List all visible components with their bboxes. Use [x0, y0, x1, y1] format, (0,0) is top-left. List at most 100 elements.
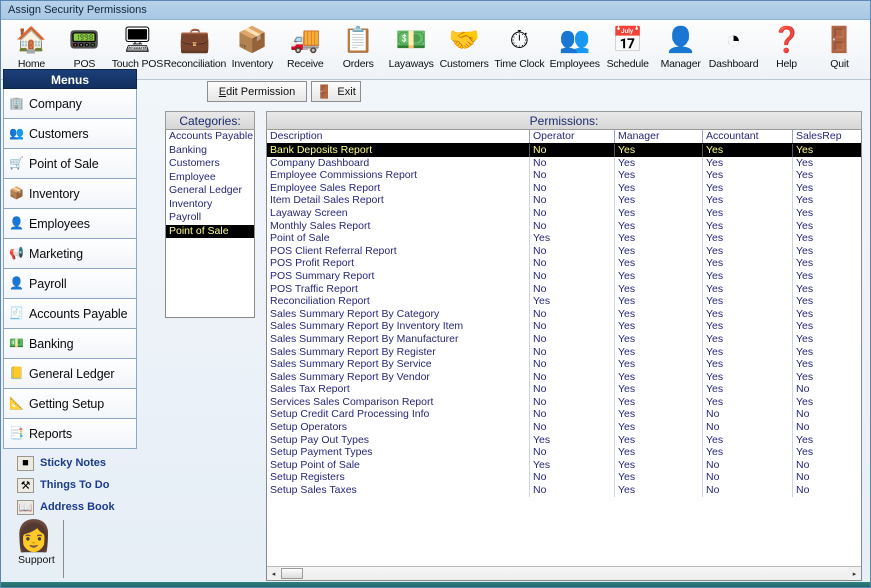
sidebar-item-inventory[interactable]: 📦 Inventory — [3, 179, 137, 209]
permission-cell-accountant: Yes — [703, 446, 793, 459]
permission-row[interactable]: Layaway Screen No Yes Yes Yes — [267, 206, 861, 220]
permission-row[interactable]: Reconciliation Report Yes Yes Yes Yes — [267, 295, 861, 308]
permission-cell-salesrep: Yes — [796, 446, 814, 459]
work-area: Edit Permission 🚪 Exit Categories: Accou… — [141, 69, 866, 581]
category-item[interactable]: Banking — [166, 144, 254, 158]
permission-row[interactable]: Sales Summary Report By Manufacturer No Ye… — [267, 332, 861, 346]
quicklink-address-book[interactable]: 📖 Address Book — [17, 496, 137, 518]
sidebar-item-general-ledger[interactable]: 📒 General Ledger — [3, 359, 137, 389]
permission-row[interactable]: Setup Credit Card Processing Info No Yes No… — [267, 408, 861, 422]
permission-row[interactable]: Setup Point of Sale Yes Yes No No — [267, 458, 861, 472]
quicklink-sticky-notes[interactable]: ■ Sticky Notes — [17, 452, 137, 474]
permission-row[interactable]: Setup Sales Taxes No Yes No No — [267, 484, 861, 497]
sidebar-item-banking[interactable]: 💵 Banking — [3, 329, 137, 359]
permission-cell-accountant: Yes — [703, 194, 793, 207]
permission-row[interactable]: Sales Tax Report No Yes Yes No — [267, 383, 861, 396]
category-item[interactable]: Inventory — [166, 198, 254, 212]
status-bar — [1, 582, 870, 587]
column-header-accountant[interactable]: Accountant — [703, 130, 793, 143]
permission-row[interactable]: Sales Summary Report By Register No Yes Yes… — [267, 345, 861, 359]
permissions-grid-body[interactable]: Bank Deposits Report No Yes Yes Yes Company D… — [267, 144, 861, 566]
permission-row[interactable]: POS Traffic Report No Yes Yes Yes — [267, 282, 861, 296]
category-item[interactable]: Payroll — [166, 211, 254, 225]
edit-permission-button[interactable]: Edit Permission — [207, 81, 307, 102]
permission-row[interactable]: Point of Sale Yes Yes Yes Yes — [267, 232, 861, 245]
category-item[interactable]: Employee — [166, 171, 254, 185]
permission-cell-manager: Yes — [615, 269, 703, 283]
sidebar-item-point-of-sale[interactable]: 🛒 Point of Sale — [3, 149, 137, 179]
permission-cell-manager: Yes — [615, 332, 703, 346]
scroll-left-arrow-icon[interactable]: ◂ — [267, 567, 280, 580]
sidebar-item-employees[interactable]: 👤 Employees — [3, 209, 137, 239]
sidebar-item-getting-setup[interactable]: 📐 Getting Setup — [3, 389, 137, 419]
sidebar-item-label: Employees — [29, 216, 90, 231]
permission-row[interactable]: Company Dashboard No Yes Yes Yes — [267, 156, 861, 170]
category-item[interactable]: Customers — [166, 157, 254, 171]
sidebar-item-accounts-payable[interactable]: 🧾 Accounts Payable — [3, 299, 137, 329]
permission-cell-salesrep: No — [796, 458, 810, 471]
manager-icon: 👤 — [665, 25, 697, 54]
permission-row[interactable]: Item Detail Sales Report No Yes Yes Yes — [267, 194, 861, 207]
scrollbar-thumb[interactable] — [281, 568, 303, 579]
scroll-right-arrow-icon[interactable]: ▸ — [848, 567, 861, 580]
category-item[interactable]: Point of Sale — [166, 224, 254, 238]
permission-row[interactable]: Setup Registers No Yes No No — [267, 471, 861, 485]
column-header-salesrep[interactable]: SalesRep — [793, 130, 861, 143]
categories-listbox[interactable]: Accounts Payable Banking Customers Employee… — [165, 130, 255, 318]
permission-cell-salesrep: Yes — [796, 358, 814, 371]
permission-row[interactable]: POS Profit Report No Yes Yes Yes — [267, 257, 861, 270]
permission-row[interactable]: Sales Summary Report By Category No Yes Yes… — [267, 307, 861, 321]
permission-row[interactable]: Bank Deposits Report No Yes Yes Yes — [267, 144, 861, 157]
sidebar-item-customers[interactable]: 👥 Customers — [3, 119, 137, 149]
sidebar-item-reports[interactable]: 📑 Reports — [3, 419, 137, 449]
permission-row[interactable]: Sales Summary Report By Vendor No Yes Yes Ye… — [267, 370, 861, 384]
horizontal-scrollbar[interactable]: ◂ ▸ — [267, 566, 861, 580]
permission-cell-operator: No — [530, 269, 615, 283]
category-item[interactable]: General Ledger — [166, 184, 254, 198]
permission-row[interactable]: POS Summary Report No Yes Yes Yes — [267, 269, 861, 283]
exit-door-icon: 🚪 — [316, 83, 333, 99]
quicklink-things-to-do[interactable]: ⚒ Things To Do — [17, 474, 137, 496]
permission-row[interactable]: Setup Payment Types No Yes Yes Yes — [267, 446, 861, 459]
permission-cell-salesrep: Yes — [796, 282, 814, 295]
permission-cell-operator: No — [530, 181, 615, 195]
permissions-grid[interactable]: Description Operator Manager Accountant Sale… — [266, 130, 862, 581]
sidebar-item-payroll[interactable]: 👤 Payroll — [3, 269, 137, 299]
sidebar-item-marketing[interactable]: 📢 Marketing — [3, 239, 137, 269]
permission-row[interactable]: Services Sales Comparison Report No Yes Yes… — [267, 395, 861, 409]
sidebar-item-company[interactable]: 🏢 Company — [3, 89, 137, 119]
permission-cell-manager: Yes — [615, 395, 703, 409]
category-item[interactable]: Accounts Payable — [166, 130, 254, 144]
permission-cell-accountant: Yes — [703, 269, 793, 283]
permission-cell-salesrep: Yes — [796, 295, 814, 308]
column-header-manager[interactable]: Manager — [615, 130, 703, 143]
person-icon: 👤 — [9, 216, 24, 230]
support-block[interactable]: 👩 Support — [3, 520, 137, 578]
permission-row[interactable]: Setup Pay Out Types Yes Yes Yes Yes — [267, 433, 861, 447]
permission-cell-description: Sales Tax Report — [267, 383, 530, 396]
column-header-description[interactable]: Description — [267, 130, 530, 143]
permission-row[interactable]: Sales Summary Report By Service No Yes Yes Y… — [267, 358, 861, 371]
permission-cell-description: Setup Pay Out Types — [267, 433, 530, 447]
permission-row[interactable]: Setup Operators No Yes No No — [267, 421, 861, 434]
permission-cell-description: Bank Deposits Report — [267, 144, 530, 157]
permission-row[interactable]: Employee Commissions Report No Yes Yes Yes — [267, 169, 861, 182]
permission-row[interactable]: Employee Sales Report No Yes Yes Yes — [267, 181, 861, 195]
permission-row[interactable]: Monthly Sales Report No Yes Yes Yes — [267, 219, 861, 233]
permission-cell-salesrep: Yes — [796, 370, 814, 383]
permission-cell-description: Employee Sales Report — [267, 181, 530, 195]
permissions-pane: Permissions: Description Operator Manager A… — [266, 111, 862, 581]
exit-button[interactable]: 🚪 Exit — [311, 81, 361, 102]
assign-security-permissions-window: Assign Security Permissions 🏠 Home 📟 POS 🖥 To… — [0, 0, 871, 588]
permission-row[interactable]: Sales Summary Report By Inventory Item No… — [267, 320, 861, 333]
invoice-icon: 🧾 — [9, 306, 24, 320]
sidebar-item-label: Inventory — [29, 186, 80, 201]
sidebar-item-label: Payroll — [29, 276, 67, 291]
permission-row[interactable]: POS Client Referral Report No Yes Yes Yes — [267, 244, 861, 258]
permission-cell-salesrep: No — [796, 408, 810, 421]
column-header-operator[interactable]: Operator — [530, 130, 615, 143]
permission-cell-accountant: Yes — [703, 181, 793, 195]
scrollbar-track[interactable] — [280, 567, 848, 580]
edit-permission-rest: dit Permission — [226, 85, 296, 98]
permission-cell-salesrep: Yes — [796, 206, 814, 219]
